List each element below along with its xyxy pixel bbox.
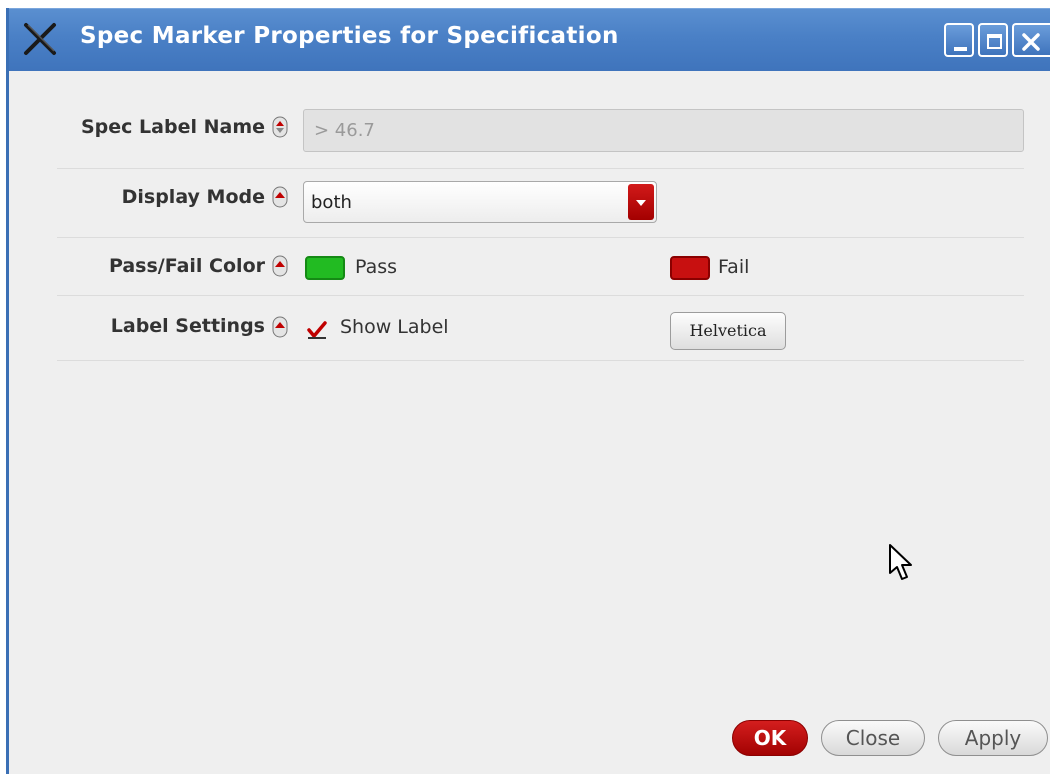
spinner-icon[interactable] [272,116,288,138]
close-icon [1022,33,1040,51]
apply-button[interactable]: Apply [938,720,1048,756]
display-mode-value: both [311,192,352,213]
row-divider [57,168,1024,169]
font-select-button[interactable]: Helvetica [670,312,786,350]
close-window-button[interactable] [1012,23,1050,57]
fail-color-swatch[interactable] [670,256,710,280]
label-settings-label: Label Settings [110,315,265,337]
dropdown-button[interactable] [628,184,654,220]
spec-label-name-field[interactable]: > 46.7 [303,109,1024,152]
row-divider [57,360,1024,361]
fail-label: Fail [718,256,750,278]
dropdown-arrow-icon [636,200,646,206]
maximize-icon [987,34,1002,49]
pass-fail-color-label: Pass/Fail Color [108,255,265,277]
pass-label: Pass [355,256,398,278]
display-mode-dropdown[interactable]: both [303,181,657,223]
window-title: Spec Marker Properties for Specification [80,23,619,49]
row-divider [57,237,1024,238]
spinner-icon[interactable] [272,316,288,338]
minimize-button[interactable] [944,23,974,57]
show-label-text: Show Label [340,316,449,338]
title-bar[interactable]: Spec Marker Properties for Specification [9,8,1050,71]
dialog-window: Spec Marker Properties for Specification… [6,8,1050,774]
show-label-checkbox[interactable] [306,319,328,341]
close-button[interactable]: Close [821,720,925,756]
checkmark-icon [307,321,327,339]
app-x-icon [24,23,56,55]
ok-button[interactable]: OK [732,720,808,756]
spinner-icon[interactable] [272,186,288,208]
row-divider [57,295,1024,296]
spinner-icon[interactable] [272,255,288,277]
mouse-cursor-icon [889,544,912,580]
maximize-button[interactable] [978,23,1008,57]
pass-color-swatch[interactable] [305,256,345,280]
minimize-icon [954,47,967,51]
spec-label-name-label: Spec Label Name [81,116,265,138]
display-mode-label: Display Mode [121,186,265,208]
